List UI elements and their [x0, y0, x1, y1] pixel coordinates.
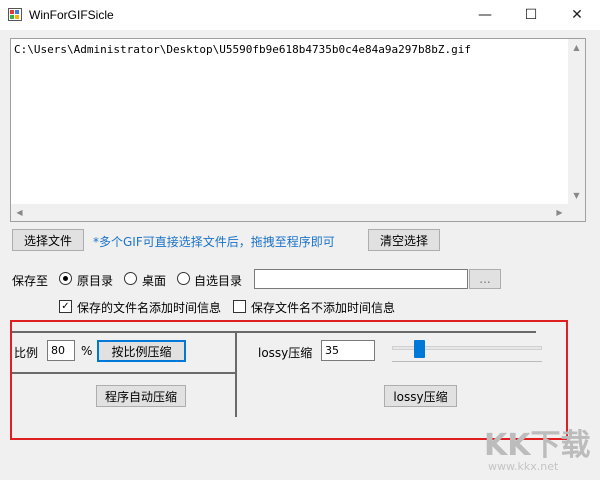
lossy-label: lossy压缩 [258, 346, 313, 360]
group-vertical-divider [235, 331, 237, 417]
watermark-brand: KK下载 [484, 428, 591, 463]
lossy-slider-ticks [392, 361, 542, 363]
scroll-down-icon[interactable]: ▼ [568, 187, 585, 204]
checkmark-icon: ✓ [61, 300, 70, 312]
group-top-divider [12, 331, 536, 333]
lossy-slider-thumb[interactable] [414, 340, 425, 358]
custom-path-input[interactable] [254, 269, 468, 289]
ratio-input[interactable]: 80 [47, 340, 75, 361]
horizontal-scrollbar[interactable]: ◀ ▶ [11, 204, 568, 221]
clear-selection-button[interactable]: 清空选择 [368, 229, 440, 251]
scroll-left-icon[interactable]: ◀ [11, 204, 28, 221]
lossy-value-input[interactable]: 35 [321, 340, 375, 361]
scroll-corner [568, 204, 585, 221]
ratio-label: 比例 [14, 346, 39, 360]
app-icon [8, 8, 22, 21]
vertical-scrollbar[interactable]: ▲ ▼ [568, 39, 585, 204]
no-time-label[interactable]: 保存文件名不添加时间信息 [251, 299, 395, 316]
lossy-compress-button[interactable]: lossy压缩 [384, 385, 457, 407]
radio-custom-dir-label[interactable]: 自选目录 [194, 272, 242, 289]
group-left-divider [12, 372, 236, 374]
window-title: WinForGIFSicle [29, 8, 114, 22]
select-files-button[interactable]: 选择文件 [12, 229, 84, 251]
radio-desktop[interactable] [124, 272, 137, 285]
browse-button[interactable]: ... [469, 269, 501, 289]
ratio-compress-button[interactable]: 按比例压缩 [97, 340, 186, 362]
file-list[interactable]: C:\Users\Administrator\Desktop\U5590fb9e… [10, 38, 586, 222]
watermark-url: www.kkx.net [488, 460, 559, 473]
add-time-label[interactable]: 保存的文件名添加时间信息 [77, 299, 221, 316]
radio-selected-dot [63, 276, 68, 281]
site-watermark: KK下载 www.kkx.net [480, 420, 598, 478]
close-button[interactable]: ✕ [554, 0, 600, 30]
ratio-unit: % [81, 344, 93, 358]
auto-compress-button[interactable]: 程序自动压缩 [96, 385, 186, 407]
radio-original-dir[interactable] [59, 272, 72, 285]
save-to-label: 保存至 [12, 274, 49, 288]
drag-hint: *多个GIF可直接选择文件后，拖拽至程序即可 [93, 235, 335, 249]
radio-desktop-label[interactable]: 桌面 [142, 272, 166, 289]
radio-original-dir-label[interactable]: 原目录 [77, 272, 113, 289]
scroll-right-icon[interactable]: ▶ [551, 204, 568, 221]
file-list-item[interactable]: C:\Users\Administrator\Desktop\U5590fb9e… [14, 43, 471, 56]
maximize-button[interactable]: ☐ [508, 0, 554, 30]
minimize-button[interactable]: — [462, 0, 508, 30]
title-bar: WinForGIFSicle — ☐ ✕ [0, 0, 600, 30]
scroll-up-icon[interactable]: ▲ [568, 39, 585, 56]
add-time-checkbox[interactable]: ✓ [59, 300, 72, 313]
no-time-checkbox[interactable] [233, 300, 246, 313]
radio-custom-dir[interactable] [177, 272, 190, 285]
